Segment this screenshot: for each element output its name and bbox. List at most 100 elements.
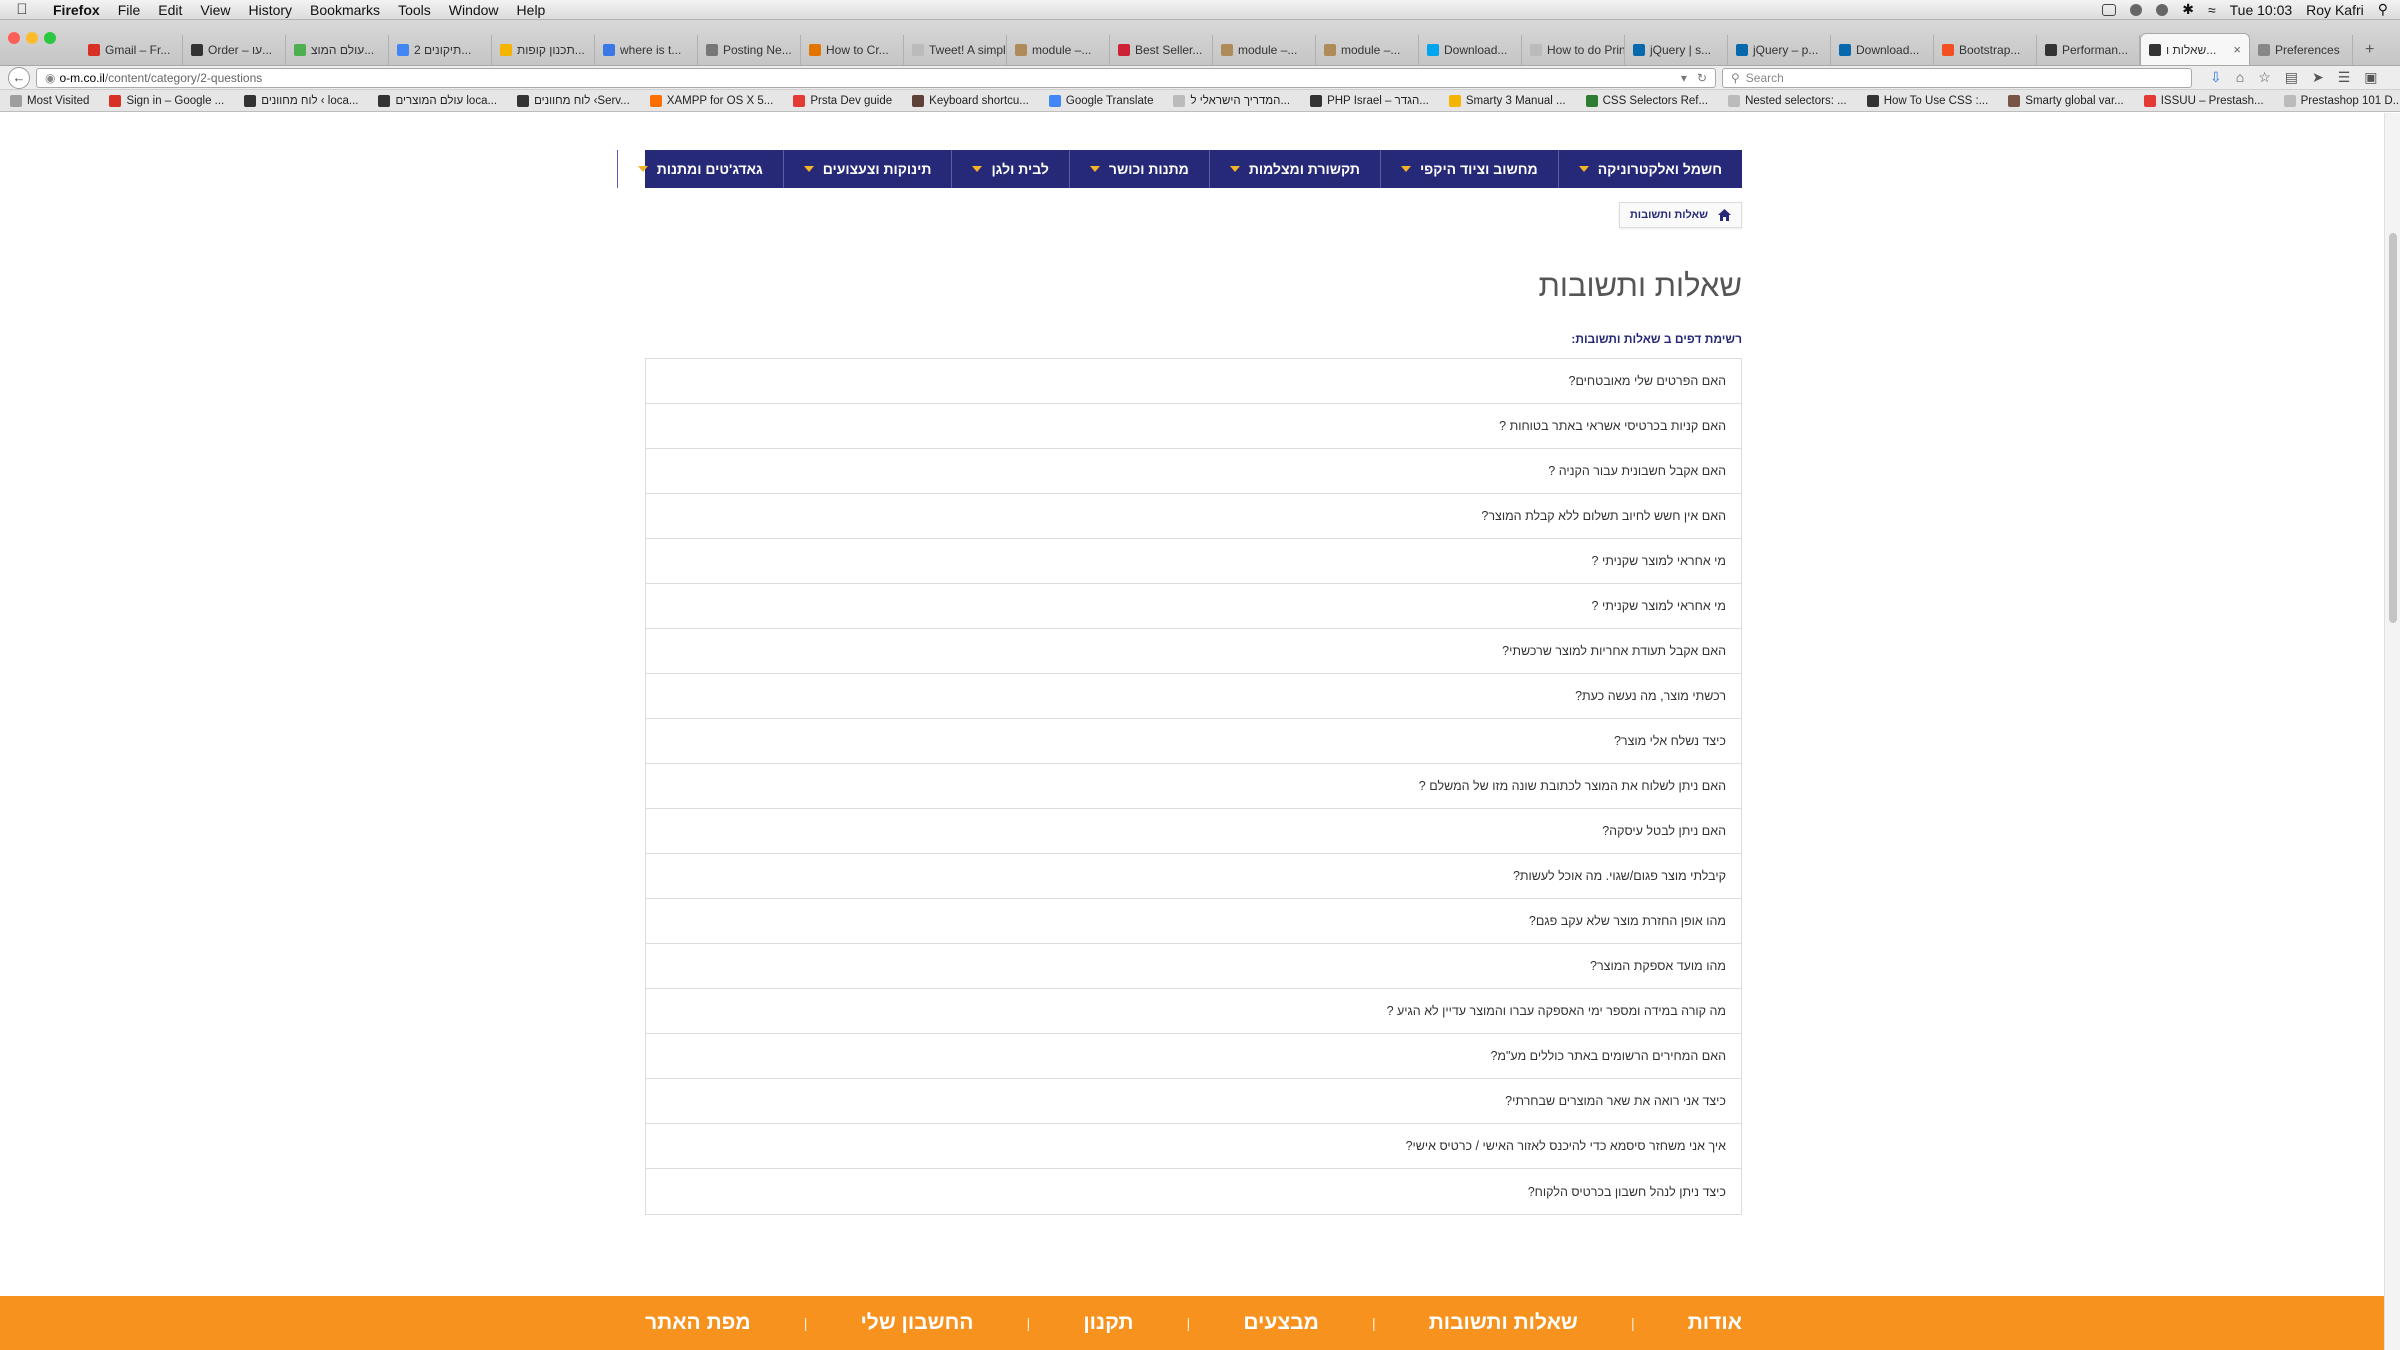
browser-tab[interactable]: Download...: [1419, 35, 1522, 65]
bookmark-item[interactable]: Smarty global var...: [2008, 94, 2124, 107]
bookmarks-menu-icon[interactable]: ▤: [2285, 69, 2298, 86]
footer-link[interactable]: שאלות ותשובות: [1429, 1311, 1578, 1335]
bookmark-item[interactable]: Nested selectors: ...: [1728, 94, 1847, 107]
back-button[interactable]: ←: [8, 66, 30, 89]
zoom-window-icon[interactable]: [44, 32, 56, 44]
question-link[interactable]: מה קורה במידה ומספר ימי האספקה עברו והמו…: [646, 989, 1741, 1034]
bookmark-item[interactable]: How To Use CSS :...: [1866, 94, 1988, 107]
nav-category-item[interactable]: מתנות וכושר: [1068, 150, 1209, 188]
home-button-icon[interactable]: ⌂: [2236, 69, 2244, 86]
bookmark-item[interactable]: ISSUU – Prestash...: [2143, 94, 2264, 107]
sync-icon[interactable]: [2130, 3, 2143, 16]
menu-help[interactable]: Help: [508, 2, 555, 18]
scrollbar-thumb[interactable]: [2389, 233, 2397, 623]
browser-tab[interactable]: module –...: [1007, 35, 1110, 65]
bookmark-item[interactable]: CSS Selectors Ref...: [1585, 94, 1708, 107]
minimize-window-icon[interactable]: [26, 32, 38, 44]
question-link[interactable]: האם ניתן לשלוח את המוצר לכתובת שונה מזו …: [646, 764, 1741, 809]
browser-tab[interactable]: module –...: [1213, 35, 1316, 65]
question-link[interactable]: האם המחירים הרשומים באתר כוללים מע"מ?: [646, 1034, 1741, 1079]
footer-link[interactable]: אודות: [1688, 1311, 1742, 1335]
question-link[interactable]: כיצד נשלח אלי מוצר?: [646, 719, 1741, 764]
nav-category-item[interactable]: גאדג'טים ומתנות: [616, 150, 783, 188]
menu-file[interactable]: File: [109, 2, 150, 18]
new-tab-button[interactable]: +: [2353, 35, 2386, 65]
menu-view[interactable]: View: [191, 2, 239, 18]
browser-tab[interactable]: שאלות ו... ×: [2140, 33, 2250, 65]
bookmark-item[interactable]: המדריך הישראלי ל...: [1173, 94, 1290, 107]
search-bar[interactable]: ⚲ Search: [1722, 67, 2192, 88]
bookmark-item[interactable]: Keyboard shortcu...: [912, 94, 1029, 107]
question-link[interactable]: האם אקבל תעודת אחריות למוצר שרכשתי?: [646, 629, 1741, 674]
question-link[interactable]: כיצד אני רואה את שאר המוצרים שבחרתי?: [646, 1079, 1741, 1124]
breadcrumb-current[interactable]: שאלות ותשובות: [1630, 209, 1708, 221]
hamburger-menu-icon[interactable]: ☰: [2338, 69, 2351, 86]
download-icon[interactable]: ⇩: [2210, 69, 2222, 86]
browser-tab[interactable]: Best Seller...: [1110, 35, 1213, 65]
browser-tab[interactable]: Download...: [1831, 35, 1934, 65]
footer-link[interactable]: החשבון שלי: [860, 1311, 973, 1335]
nav-category-item[interactable]: לבית ולגן: [951, 150, 1068, 188]
menu-edit[interactable]: Edit: [149, 2, 191, 18]
question-link[interactable]: האם אקבל חשבונית עבור הקניה ?: [646, 449, 1741, 494]
bluetooth-icon[interactable]: ✱: [2182, 1, 2194, 18]
sidebar-icon[interactable]: ▣: [2364, 69, 2377, 86]
browser-tab[interactable]: Order – עו...: [183, 35, 286, 65]
question-link[interactable]: מהו מועד אספקת המוצר?: [646, 944, 1741, 989]
browser-tab[interactable]: Preferences: [2250, 35, 2353, 65]
nav-category-item[interactable]: מחשוב וציוד היקפי: [1379, 150, 1558, 188]
question-link[interactable]: האם אין חשש לחיוב תשלום ללא קבלת המוצר?: [646, 494, 1741, 539]
bookmark-item[interactable]: Sign in – Google ...: [109, 94, 224, 107]
browser-tab[interactable]: jQuery – p...: [1728, 35, 1831, 65]
bookmark-item[interactable]: PHP Israel – הגדר...: [1310, 94, 1429, 107]
clock[interactable]: Tue 10:03: [2230, 2, 2293, 18]
browser-tab[interactable]: Gmail – Fr...: [80, 35, 183, 65]
browser-tab[interactable]: עולם המוצ...: [286, 35, 389, 65]
question-link[interactable]: האם קניות בכרטיסי אשראי באתר בטוחות ?: [646, 404, 1741, 449]
reload-icon[interactable]: ↻: [1697, 71, 1707, 85]
bookmark-item[interactable]: Prsta Dev guide: [793, 94, 892, 107]
browser-tab[interactable]: How to Cr...: [801, 35, 904, 65]
menu-firefox[interactable]: Firefox: [44, 2, 109, 18]
nav-category-item[interactable]: תקשורת ומצלמות: [1208, 150, 1380, 188]
menu-window[interactable]: Window: [440, 2, 508, 18]
browser-tab[interactable]: Performan...: [2037, 35, 2140, 65]
browser-tab[interactable]: 2 תיקונים...: [389, 35, 492, 65]
menu-bookmarks[interactable]: Bookmarks: [301, 2, 389, 18]
nav-category-item[interactable]: חשמל ואלקטרוניקה: [1557, 150, 1742, 188]
footer-link[interactable]: מפת האתר: [645, 1311, 751, 1335]
question-link[interactable]: רכשתי מוצר, מה נעשה כעת?: [646, 674, 1741, 719]
url-bar[interactable]: ◉ o-m.co.il /content/category/2-question…: [36, 67, 1716, 88]
question-link[interactable]: קיבלתי מוצר פגום/שגוי. מה אוכל לעשות?: [646, 854, 1741, 899]
user-name[interactable]: Roy Kafri: [2306, 2, 2364, 18]
question-link[interactable]: האם ניתן לבטל עיסקה?: [646, 809, 1741, 854]
bookmark-star-icon[interactable]: ☆: [2258, 69, 2271, 86]
battery-icon[interactable]: [2102, 3, 2117, 16]
browser-tab[interactable]: module –...: [1316, 35, 1419, 65]
browser-tab[interactable]: Bootstrap...: [1934, 35, 2037, 65]
bookmark-item[interactable]: עולם המוצרים loca...: [378, 94, 497, 107]
spotlight-icon[interactable]: ⚲: [2378, 1, 2388, 18]
question-link[interactable]: כיצד ניתן לנהל חשבון בכרטיס הלקוח?: [646, 1169, 1741, 1214]
close-tab-icon[interactable]: ×: [2233, 42, 2241, 57]
apple-icon[interactable]: : [0, 1, 44, 18]
bookmark-item[interactable]: Prestashop 101 D...: [2283, 94, 2400, 107]
browser-tab[interactable]: How to do Prin...: [1522, 35, 1625, 65]
browser-tab[interactable]: jQuery | s...: [1625, 35, 1728, 65]
browser-tab[interactable]: תכנון קופות...: [492, 35, 595, 65]
vertical-scrollbar[interactable]: [2384, 113, 2400, 1350]
time-machine-icon[interactable]: [2156, 3, 2169, 16]
wifi-icon[interactable]: ≈: [2208, 2, 2216, 18]
bookmark-item[interactable]: לוח מחוונים ‹Serv...: [517, 94, 630, 107]
browser-tab[interactable]: Tweet! A simpl...: [904, 35, 1007, 65]
bookmark-item[interactable]: Google Translate: [1048, 94, 1153, 107]
bookmark-item[interactable]: XAMPP for OS X 5...: [649, 94, 773, 107]
close-window-icon[interactable]: [8, 32, 20, 44]
question-link[interactable]: איך אני משחזר סיסמא כדי להיכנס לאזור האי…: [646, 1124, 1741, 1169]
menu-history[interactable]: History: [239, 2, 301, 18]
footer-link[interactable]: תקנון: [1083, 1311, 1133, 1335]
browser-tab[interactable]: Posting Ne...: [698, 35, 801, 65]
home-icon[interactable]: [1718, 209, 1731, 221]
footer-link[interactable]: מבצעים: [1243, 1311, 1319, 1335]
browser-tab[interactable]: where is t...: [595, 35, 698, 65]
